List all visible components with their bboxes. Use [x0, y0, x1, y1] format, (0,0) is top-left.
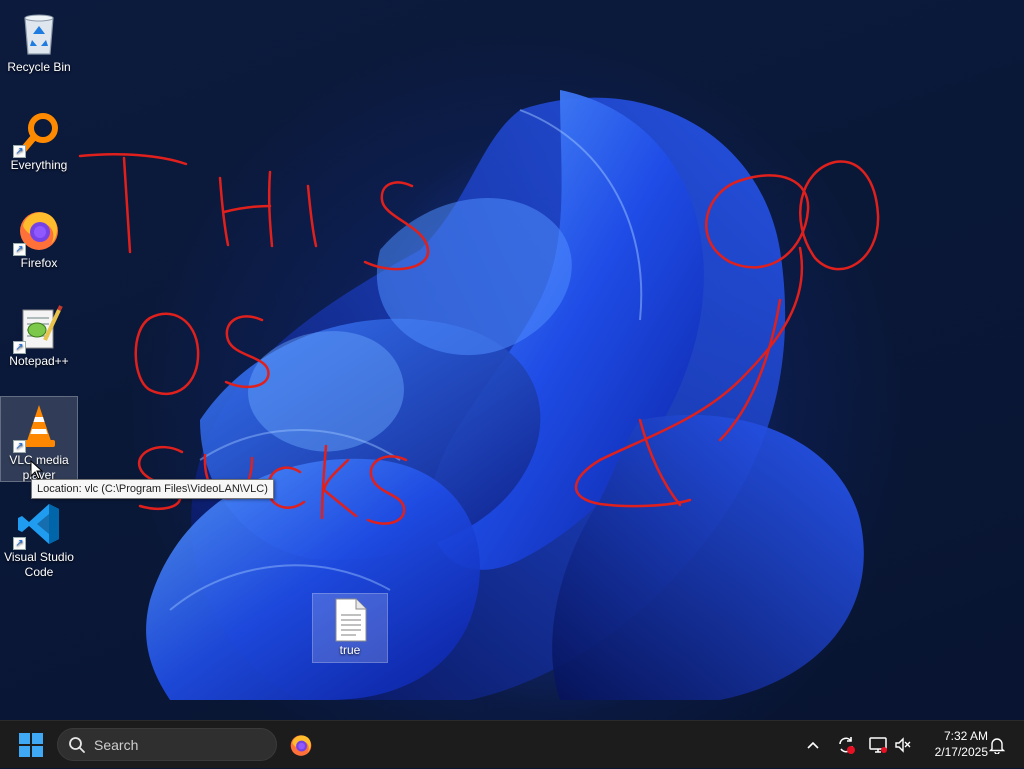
desktop-file-true[interactable]: true: [312, 593, 388, 663]
desktop-icon-label: Firefox: [20, 256, 58, 270]
desktop-icon-firefox[interactable]: ↗ Firefox: [0, 200, 78, 286]
taskbar-search-box[interactable]: Search: [57, 728, 277, 761]
shortcut-arrow-icon: ↗: [13, 145, 26, 158]
taskbar-clock[interactable]: 7:32 AM 2/17/2025: [918, 728, 988, 760]
wallpaper-bloom: [146, 90, 864, 700]
desktop-icon-label: Everything: [10, 158, 68, 172]
vlc-icon: ↗: [13, 403, 63, 453]
tray-volume-button[interactable]: [892, 721, 914, 769]
location-tooltip: Location: vlc (C:\Program Files\VideoLAN…: [31, 479, 274, 499]
desktop[interactable]: Recycle Bin ↗ Everything ↗ Firefox ↗ Not…: [0, 0, 1024, 720]
firefox-icon: [290, 735, 312, 756]
desktop-icon-vscode[interactable]: ↗ Visual Studio Code: [0, 494, 78, 580]
recycle-bin-icon: [15, 10, 63, 58]
shortcut-arrow-icon: ↗: [13, 243, 26, 256]
desktop-icon-recycle-bin[interactable]: Recycle Bin: [0, 4, 78, 90]
tray-sync-button[interactable]: [834, 721, 858, 769]
desktop-file-label: true: [339, 643, 361, 657]
speaker-muted-icon: [895, 737, 911, 753]
desktop-icon-label: Visual Studio Code: [4, 550, 74, 579]
notification-center-button[interactable]: [984, 721, 1010, 769]
windows-logo-icon: [19, 733, 43, 757]
search-placeholder: Search: [94, 736, 139, 753]
taskbar: Search 7:32 AM 2/17/2025: [0, 720, 1024, 768]
text-file-icon: [330, 597, 370, 643]
search-icon: [69, 736, 85, 753]
firefox-icon: ↗: [13, 206, 63, 256]
notepadpp-icon: ↗: [13, 304, 63, 354]
clock-date: 2/17/2025: [934, 745, 988, 759]
network-icon: [869, 737, 887, 753]
sync-icon: [839, 737, 855, 754]
start-button[interactable]: [14, 729, 48, 761]
everything-search-icon: ↗: [13, 108, 63, 158]
desktop-icon-label: Recycle Bin: [7, 60, 71, 74]
show-hidden-icons-button[interactable]: [802, 721, 824, 769]
vscode-icon: ↗: [13, 500, 63, 550]
shortcut-arrow-icon: ↗: [13, 440, 26, 453]
notification-bell-icon: [989, 738, 1005, 754]
clock-time: 7:32 AM: [943, 729, 988, 743]
taskbar-app-firefox[interactable]: [284, 729, 318, 761]
desktop-icon-everything[interactable]: ↗ Everything: [0, 102, 78, 188]
chevron-up-icon: [807, 741, 819, 749]
tray-network-button[interactable]: [866, 721, 890, 769]
shortcut-arrow-icon: ↗: [13, 537, 26, 550]
desktop-icon-label: Notepad++: [9, 354, 69, 368]
desktop-icon-notepadpp[interactable]: ↗ Notepad++: [0, 298, 78, 384]
mouse-cursor-icon: [30, 460, 44, 480]
shortcut-arrow-icon: ↗: [13, 341, 26, 354]
